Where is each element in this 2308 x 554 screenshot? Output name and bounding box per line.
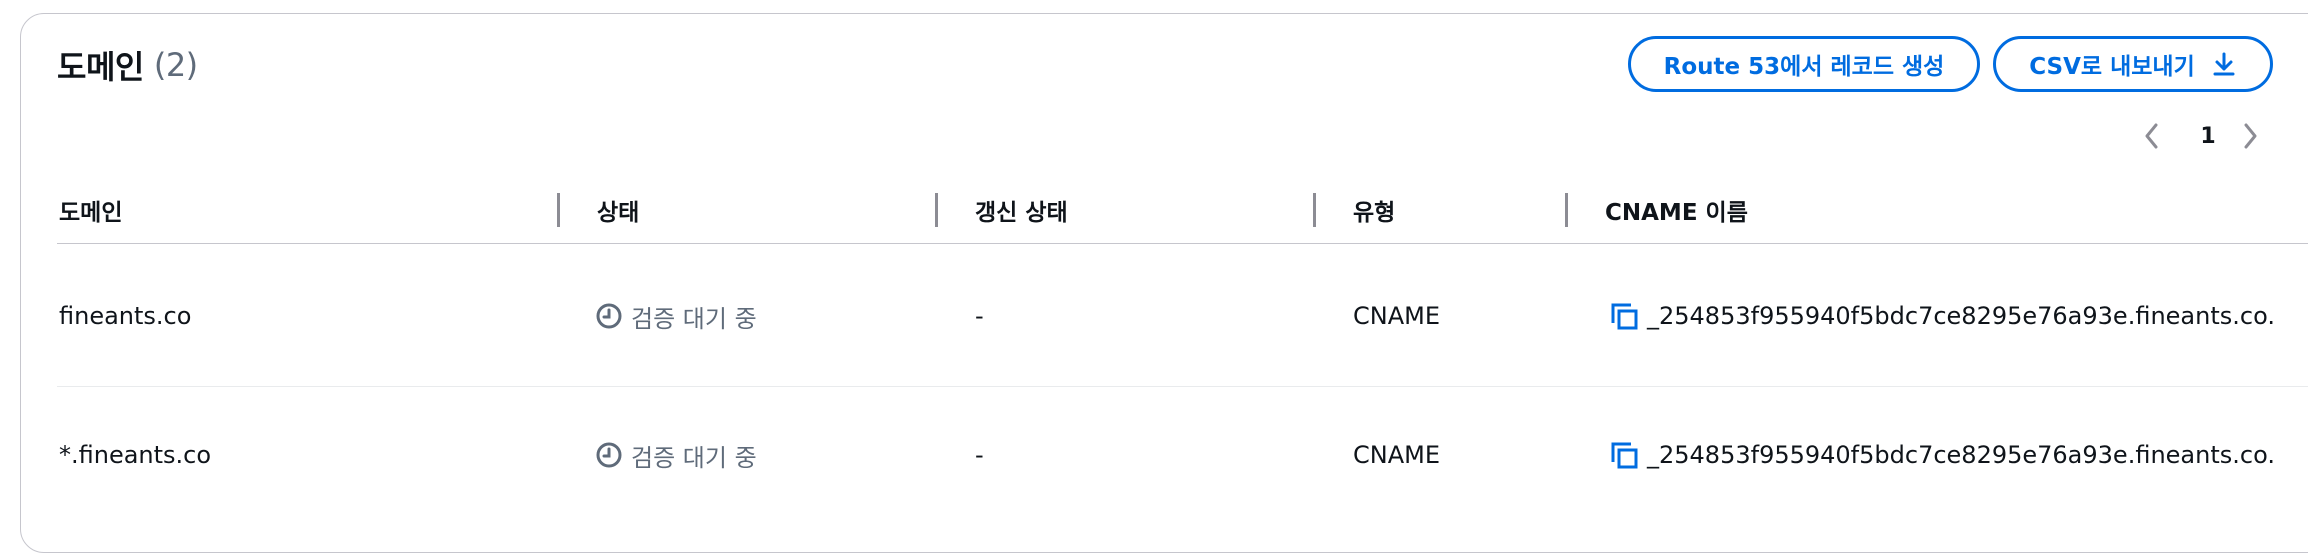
- status-text: 검증 대기 중: [631, 443, 757, 472]
- pending-clock-icon: [595, 441, 623, 469]
- column-resizer[interactable]: [557, 193, 560, 227]
- cell-cname-name: _254853f955940f5bdc7ce8295e76a93e.finean…: [1609, 296, 2275, 336]
- cell-status: 검증 대기 중: [595, 296, 757, 336]
- column-header-renewal-status[interactable]: 갱신 상태: [975, 192, 1068, 228]
- previous-page-button[interactable]: [2142, 118, 2162, 154]
- column-resizer[interactable]: [935, 193, 938, 227]
- chevron-right-icon: [2240, 118, 2260, 154]
- page-title: 도메인 (2): [57, 43, 198, 87]
- cell-domain: *.fineants.co: [59, 441, 212, 469]
- copy-icon[interactable]: [1609, 301, 1639, 331]
- row-divider: [57, 386, 2308, 387]
- column-header-status[interactable]: 상태: [597, 192, 639, 228]
- cell-cname-name: _254853f955940f5bdc7ce8295e76a93e.finean…: [1609, 435, 2275, 475]
- create-route53-records-button[interactable]: Route 53에서 레코드 생성: [1628, 36, 1980, 92]
- cell-type: CNAME: [1353, 441, 1440, 469]
- route53-button-label: Route 53에서 레코드 생성: [1663, 54, 1945, 80]
- status-text: 검증 대기 중: [631, 304, 757, 333]
- cell-status: 검증 대기 중: [595, 435, 757, 475]
- title-text: 도메인: [57, 48, 144, 86]
- next-page-button[interactable]: [2240, 118, 2260, 154]
- column-header-cname-name[interactable]: CNAME 이름: [1605, 192, 1748, 228]
- copy-icon[interactable]: [1609, 440, 1639, 470]
- column-header-domain[interactable]: 도메인: [59, 192, 122, 228]
- download-icon: [2211, 51, 2237, 77]
- pending-clock-icon: [595, 302, 623, 330]
- column-resizer[interactable]: [1565, 193, 1568, 227]
- cell-type: CNAME: [1353, 302, 1440, 330]
- export-csv-button[interactable]: CSV로 내보내기: [1993, 36, 2273, 92]
- header-divider: [57, 243, 2308, 244]
- cname-text: _254853f955940f5bdc7ce8295e76a93e.finean…: [1647, 441, 2275, 469]
- cell-renewal-status: -: [975, 441, 984, 469]
- cell-renewal-status: -: [975, 302, 984, 330]
- chevron-left-icon: [2142, 118, 2162, 154]
- column-resizer[interactable]: [1313, 193, 1316, 227]
- column-header-type[interactable]: 유형: [1353, 192, 1395, 228]
- csv-button-label: CSV로 내보내기: [2029, 54, 2195, 80]
- cname-text: _254853f955940f5bdc7ce8295e76a93e.finean…: [1647, 302, 2275, 330]
- cell-domain: fineants.co: [59, 302, 192, 330]
- page-number-1[interactable]: 1: [2195, 118, 2221, 154]
- title-count: (2): [153, 46, 198, 84]
